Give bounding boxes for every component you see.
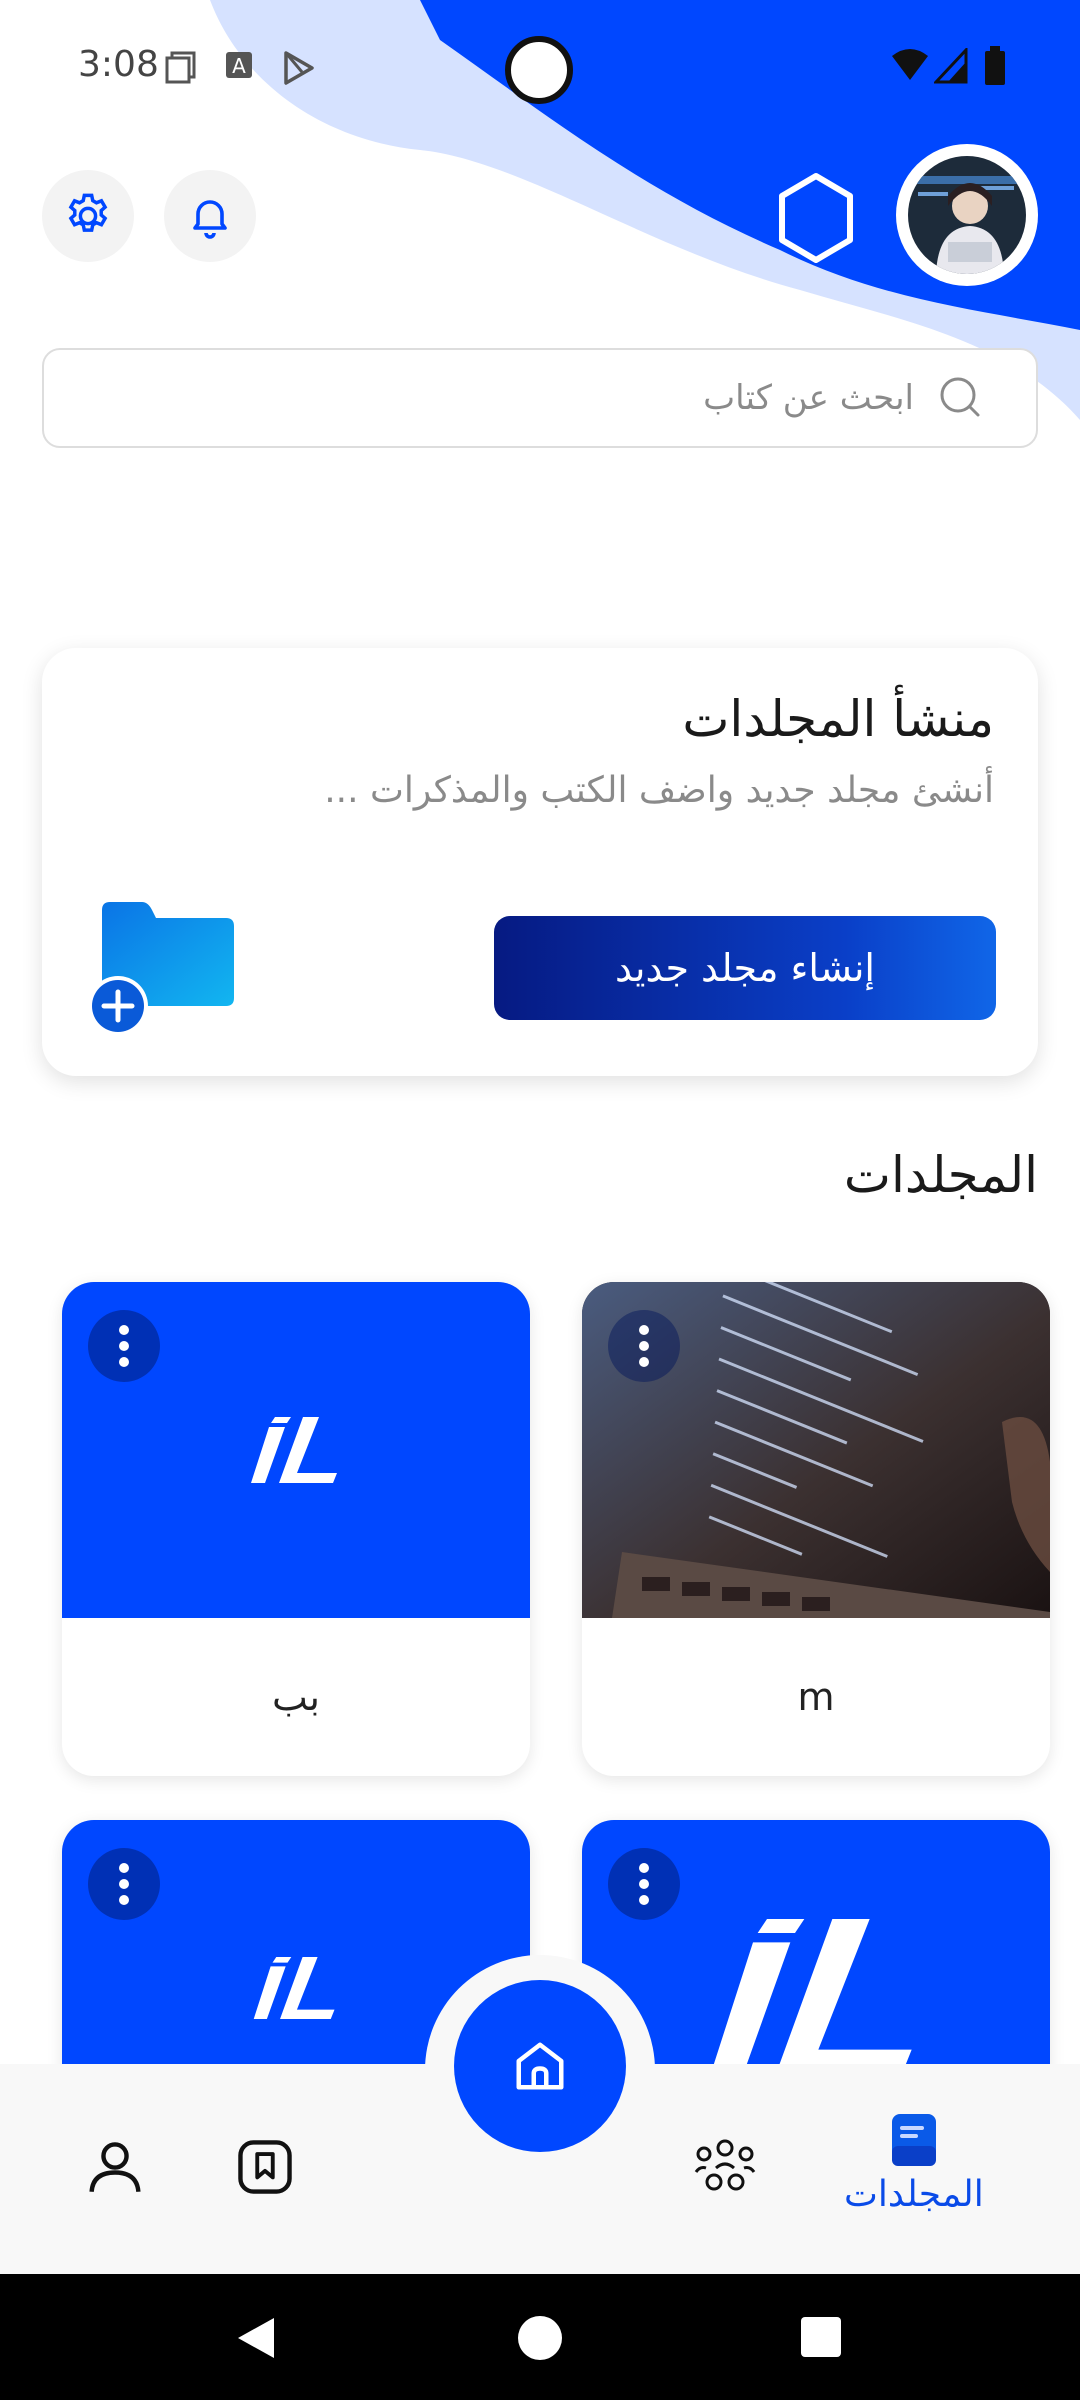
more-vert-icon bbox=[119, 1325, 129, 1367]
more-vert-icon bbox=[639, 1325, 649, 1367]
folder-name: m bbox=[797, 1675, 835, 1719]
folder-menu-button[interactable] bbox=[608, 1848, 680, 1920]
folder-menu-button[interactable] bbox=[88, 1310, 160, 1382]
profile-avatar-button[interactable] bbox=[896, 144, 1038, 286]
profile-icon bbox=[89, 2142, 141, 2193]
creator-subtitle: أنشئ مجلد جديد واضف الكتب والمذكرات ... bbox=[324, 770, 994, 811]
settings-button[interactable] bbox=[42, 170, 134, 262]
nav-item-profile[interactable] bbox=[82, 2134, 148, 2200]
home-nav-icon[interactable] bbox=[516, 2314, 564, 2362]
wifi-icon bbox=[892, 49, 928, 80]
gear-icon bbox=[68, 193, 108, 232]
avatar bbox=[908, 156, 1026, 274]
back-icon[interactable] bbox=[234, 2314, 278, 2362]
brand-logo-icon bbox=[253, 1957, 335, 2019]
folder-add-icon bbox=[88, 902, 234, 1036]
bookmark-icon bbox=[238, 2140, 292, 2194]
folders-section-title: المجلدات bbox=[843, 1146, 1038, 1204]
folders-icon bbox=[891, 2114, 936, 2166]
screenshot-icon bbox=[165, 51, 196, 84]
folder-creator-card: منشأ المجلدات أنشئ مجلد جديد واضف الكتب … bbox=[42, 648, 1038, 1076]
screen: 3:08 A ابحث عن كتاب منشأ المجلدات أنشئ م… bbox=[0, 0, 1080, 2400]
svg-text:A: A bbox=[232, 54, 246, 78]
folder-name: بب bbox=[272, 1675, 320, 1719]
camera-cutout bbox=[505, 36, 573, 104]
creator-title: منشأ المجلدات bbox=[682, 690, 994, 748]
nav-item-folders[interactable]: المجلدات bbox=[844, 2112, 984, 2215]
hexagon-icon[interactable] bbox=[776, 172, 856, 264]
community-icon bbox=[694, 2139, 756, 2191]
signal-icon bbox=[934, 48, 968, 84]
search-icon[interactable] bbox=[938, 375, 984, 421]
a-icon: A bbox=[226, 52, 252, 78]
avatar-image bbox=[908, 156, 1026, 274]
create-folder-button[interactable]: إنشاء مجلد جديد bbox=[494, 916, 996, 1020]
nav-label-folders: المجلدات bbox=[844, 2174, 984, 2215]
play-store-icon bbox=[284, 51, 314, 85]
more-vert-icon bbox=[119, 1863, 129, 1905]
folder-menu-button[interactable] bbox=[88, 1848, 160, 1920]
battery-icon bbox=[985, 46, 1005, 85]
status-time: 3:08 bbox=[78, 44, 159, 85]
home-icon bbox=[516, 2042, 564, 2090]
search-input[interactable] bbox=[214, 378, 914, 418]
brand-logo-icon bbox=[251, 1417, 337, 1483]
home-button[interactable] bbox=[454, 1980, 626, 2152]
bell-icon bbox=[193, 200, 227, 239]
search-bar bbox=[42, 348, 1038, 448]
nav-item-saved[interactable] bbox=[234, 2136, 296, 2198]
status-bar: 3:08 A bbox=[0, 0, 1080, 130]
brand-logo-icon bbox=[711, 1919, 912, 2073]
recents-icon[interactable] bbox=[800, 2316, 842, 2358]
more-vert-icon bbox=[639, 1863, 649, 1905]
folder-menu-button[interactable] bbox=[608, 1310, 680, 1382]
folder-card[interactable]: m bbox=[582, 1282, 1050, 1776]
system-navigation-bar bbox=[0, 2274, 1080, 2400]
nav-item-community[interactable] bbox=[694, 2138, 756, 2198]
folder-card[interactable]: بب bbox=[62, 1282, 530, 1776]
notifications-button[interactable] bbox=[164, 170, 256, 262]
